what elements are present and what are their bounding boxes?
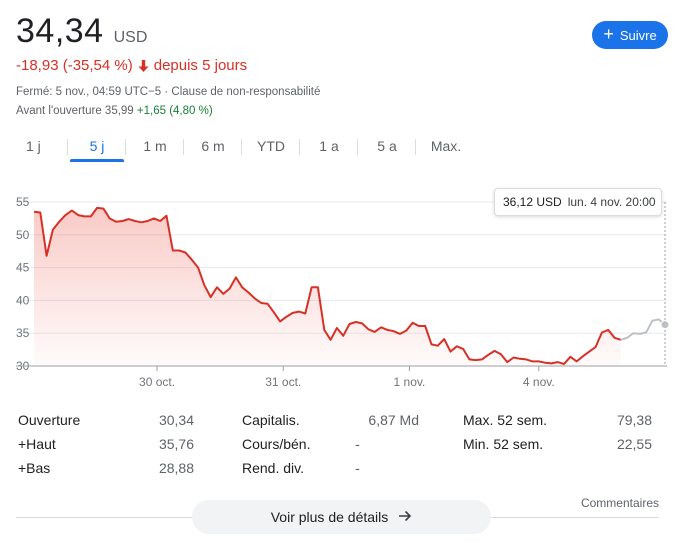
follow-button[interactable]: + Suivre	[592, 21, 668, 49]
price-change: -18,93 (-35,54 %) depuis 5 jours	[16, 57, 247, 74]
y-tick-label: 35	[16, 326, 30, 340]
tab-label: 5 j	[89, 138, 105, 154]
x-tick-label: 1 nov.	[394, 375, 426, 389]
premarket-info: Avant l'ouverture 35,99 +1,65 (4,80 %)	[16, 105, 213, 117]
tab-ytd[interactable]: YTD	[242, 134, 300, 162]
stat-value: 22,55	[616, 436, 652, 452]
hover-point	[660, 320, 670, 330]
tab-label: Max.	[430, 138, 462, 154]
chart-tooltip: 36,12 USD lun. 4 nov. 20:00	[494, 188, 662, 216]
tab-label: 5 a	[377, 138, 397, 154]
change-value: -18,93 (-35,54 %)	[16, 57, 133, 74]
stat-label: Max. 52 sem.	[463, 412, 548, 428]
change-period: depuis 5 jours	[153, 57, 248, 74]
stat-value: 30,34	[158, 412, 194, 428]
y-tick-label: 45	[16, 261, 30, 275]
x-tick-label: 30 oct.	[139, 375, 175, 389]
current-price: 34,34	[16, 12, 104, 50]
tab-max[interactable]: Max.	[416, 134, 476, 162]
premarket-label: Avant l'ouverture 35,99	[16, 105, 134, 117]
active-tab-indicator	[70, 159, 124, 162]
stat-value: -	[355, 436, 360, 452]
comments-link[interactable]: Commentaires	[581, 496, 659, 510]
stat-label: Cours/bén.	[242, 436, 311, 452]
tab-5d[interactable]: 5 j	[68, 134, 126, 162]
follow-label: Suivre	[619, 27, 657, 43]
premarket-change: +1,65 (4,80 %)	[136, 105, 213, 117]
y-tick-label: 55	[16, 195, 30, 209]
y-tick-label: 40	[16, 293, 30, 307]
stat-value: 28,88	[158, 460, 194, 476]
area-fill	[34, 207, 621, 366]
currency-label: USD	[113, 29, 148, 46]
stat-label: +Haut	[18, 436, 56, 452]
arrow-right-icon	[398, 509, 412, 526]
tab-label: 6 m	[201, 138, 225, 154]
tab-label: 1 j	[26, 138, 41, 154]
stat-label: Ouverture	[18, 412, 81, 428]
x-tick-label: 31 oct.	[265, 375, 301, 389]
tab-label: 1 a	[319, 138, 339, 154]
tab-1m[interactable]: 1 m	[126, 134, 184, 162]
arrow-down-icon	[138, 59, 149, 72]
x-tick-label: 4 nov.	[523, 375, 555, 389]
stat-label: +Bas	[18, 460, 51, 476]
stat-value: -	[355, 460, 360, 476]
tab-label: 1 m	[143, 138, 167, 154]
stat-row: +Bas 28,88 Rend. div. -	[0, 460, 687, 480]
stat-value: 79,38	[616, 412, 652, 428]
plus-icon: +	[603, 24, 614, 44]
extended-hours-line	[620, 318, 666, 341]
stat-label: Capitalis.	[242, 412, 300, 428]
tab-label: YTD	[257, 138, 285, 154]
y-tick-label: 50	[16, 228, 30, 242]
tooltip-time: lun. 4 nov. 20:00	[567, 195, 656, 209]
details-label: Voir plus de détails	[270, 509, 389, 525]
tooltip-value: 36,12 USD	[503, 195, 562, 209]
tab-1d[interactable]: 1 j	[16, 134, 68, 162]
tab-6m[interactable]: 6 m	[184, 134, 242, 162]
stat-row: Ouverture 30,34 Capitalis. 6,87 Md Max. …	[0, 412, 687, 432]
range-tabs: 1 j 5 j 1 m 6 m YTD 1 a 5 a Max.	[16, 134, 476, 162]
tab-1y[interactable]: 1 a	[300, 134, 358, 162]
tab-5y[interactable]: 5 a	[358, 134, 416, 162]
stat-label: Rend. div.	[242, 460, 304, 476]
market-status: Fermé: 5 nov., 04:59 UTC−5 · Clause de n…	[16, 86, 321, 98]
price-row: 34,34 USD	[16, 12, 147, 51]
see-more-details-button[interactable]: Voir plus de détails	[192, 500, 491, 534]
stat-label: Min. 52 sem.	[463, 436, 544, 452]
stat-row: +Haut 35,76 Cours/bén. - Min. 52 sem. 22…	[0, 436, 687, 456]
stat-value: 6,87 Md	[368, 412, 419, 428]
stat-value: 35,76	[158, 436, 194, 452]
